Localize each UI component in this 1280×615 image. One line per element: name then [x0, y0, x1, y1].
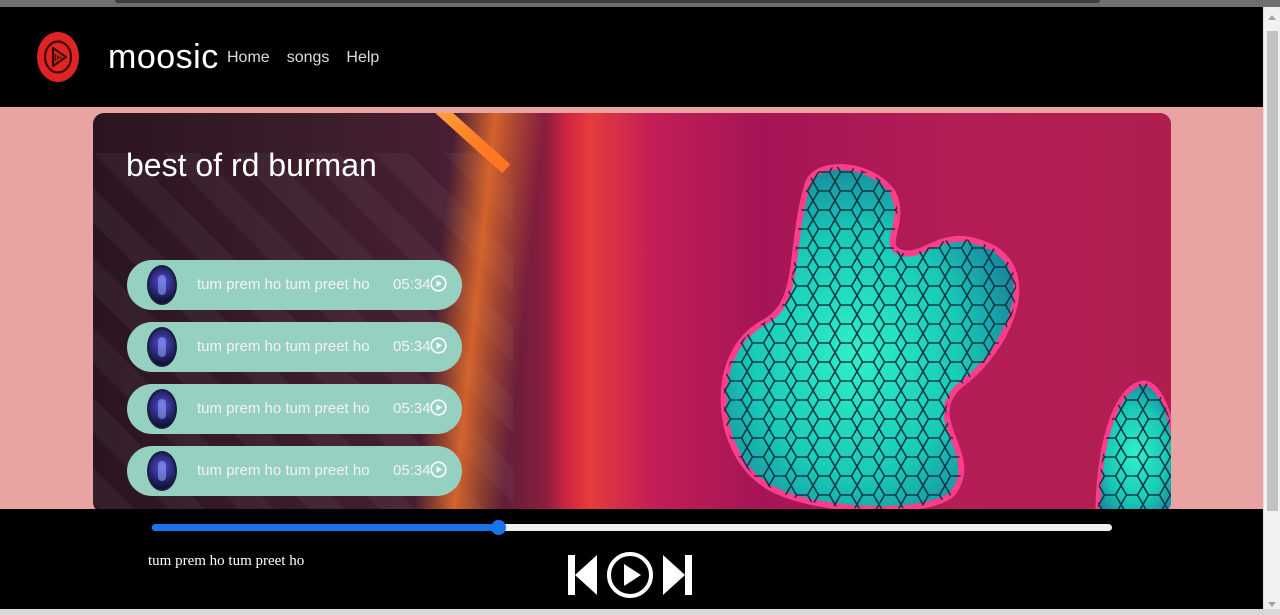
play-circle-icon[interactable]	[430, 461, 447, 478]
nav-links: Home songs Help	[227, 49, 379, 67]
song-list: tum prem ho tum preet ho 05:34 tum prem …	[127, 260, 462, 508]
scroll-up-arrow-icon[interactable]	[1268, 15, 1276, 20]
browser-tab-bar	[115, 0, 1100, 3]
progress-slider[interactable]	[152, 520, 1112, 535]
song-duration: 05:34	[393, 276, 431, 293]
scrollbar-thumb[interactable]	[1267, 31, 1278, 511]
song-title: tum prem ho tum preet ho	[197, 338, 370, 355]
nav-link-songs[interactable]: songs	[287, 49, 330, 67]
play-circle-icon[interactable]	[430, 399, 447, 416]
progress-fill	[152, 524, 498, 531]
navbar: moosic Home songs Help	[0, 7, 1263, 107]
song-title: tum prem ho tum preet ho	[197, 462, 370, 479]
now-playing-title: tum prem ho tum preet ho	[148, 553, 305, 569]
song-duration: 05:34	[393, 338, 431, 355]
nav-link-help[interactable]: Help	[346, 49, 379, 67]
song-item[interactable]: tum prem ho tum preet ho 05:34	[127, 446, 462, 496]
song-thumbnail	[147, 327, 177, 367]
scroll-down-arrow-icon[interactable]	[1268, 602, 1276, 607]
song-thumbnail	[147, 265, 177, 305]
page-scrollbar[interactable]	[1263, 7, 1280, 615]
song-thumbnail	[147, 451, 177, 491]
skip-forward-icon[interactable]	[662, 553, 694, 597]
playlist-title: best of rd burman	[126, 147, 377, 183]
song-thumbnail	[147, 389, 177, 429]
playback-controls	[566, 551, 694, 599]
nav-link-home[interactable]: Home	[227, 49, 270, 67]
play-circle-icon[interactable]	[606, 551, 654, 599]
song-item[interactable]: tum prem ho tum preet ho 05:34	[127, 260, 462, 310]
song-duration: 05:34	[393, 400, 431, 417]
play-circle-icon[interactable]	[430, 275, 447, 292]
song-duration: 05:34	[393, 462, 431, 479]
song-item[interactable]: tum prem ho tum preet ho 05:34	[127, 322, 462, 372]
music-player-bar: tum prem ho tum preet ho	[0, 509, 1263, 609]
hero-banner: best of rd burman tum prem ho tum preet …	[93, 113, 1171, 513]
window-bottom-edge	[0, 609, 1280, 615]
brand-name[interactable]: moosic	[108, 38, 219, 77]
play-circle-icon[interactable]	[430, 337, 447, 354]
song-item[interactable]: tum prem ho tum preet ho 05:34	[127, 384, 462, 434]
marshmello-mascot-image	[720, 164, 1171, 513]
music-play-logo[interactable]	[37, 32, 79, 82]
song-title: tum prem ho tum preet ho	[197, 400, 370, 417]
browser-top-strip	[0, 0, 1280, 7]
progress-knob[interactable]	[491, 520, 506, 535]
song-title: tum prem ho tum preet ho	[197, 276, 370, 293]
skip-back-icon[interactable]	[566, 553, 598, 597]
